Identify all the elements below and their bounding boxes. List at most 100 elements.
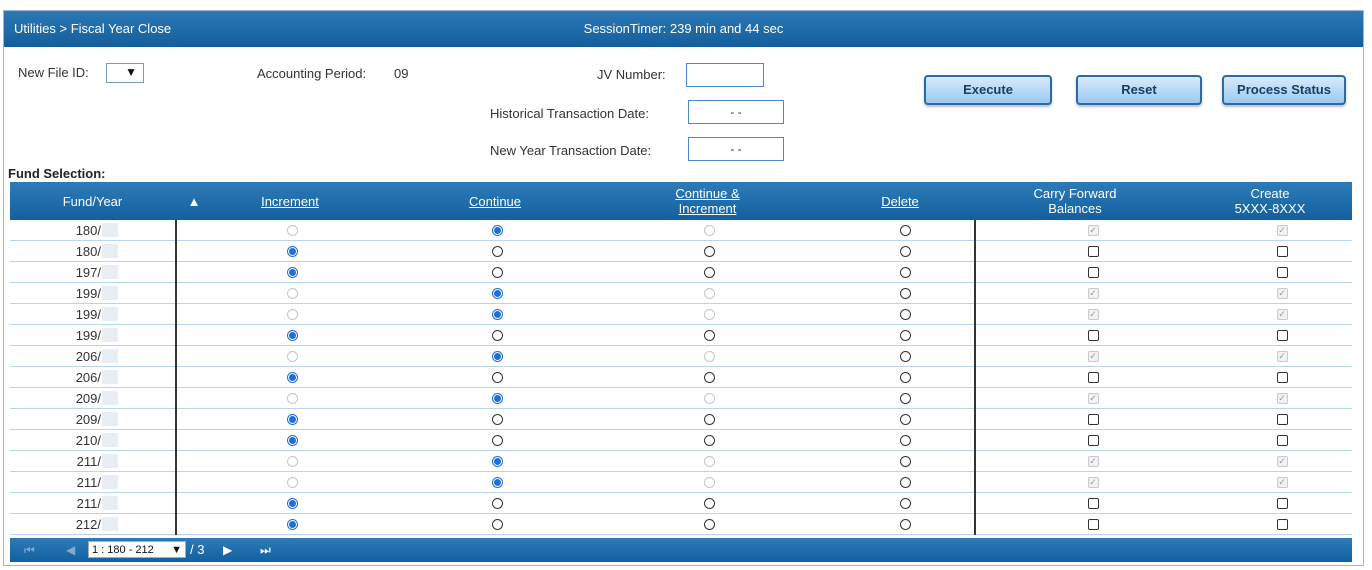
- continue-increment-radio[interactable]: [703, 413, 715, 425]
- increment-radio[interactable]: [286, 497, 298, 509]
- col-delete[interactable]: Delete: [840, 182, 960, 220]
- continue-radio[interactable]: [491, 413, 503, 425]
- increment-radio[interactable]: [286, 245, 298, 257]
- increment-radio[interactable]: [286, 413, 298, 425]
- continue-radio[interactable]: [491, 455, 503, 467]
- table-row: 212/: [10, 514, 1352, 535]
- continue-radio[interactable]: [491, 518, 503, 530]
- delete-radio[interactable]: [899, 224, 911, 236]
- historical-date-label: Historical Transaction Date:: [490, 106, 649, 121]
- create-checkbox[interactable]: [1276, 245, 1288, 257]
- carry-forward-checkbox[interactable]: [1087, 245, 1099, 257]
- continue-increment-radio[interactable]: [703, 518, 715, 530]
- delete-radio[interactable]: [899, 245, 911, 257]
- table-row: 199/ ✓ ✓: [10, 283, 1352, 304]
- delete-radio[interactable]: [899, 266, 911, 278]
- continue-radio[interactable]: [491, 476, 503, 488]
- create-checkbox-cell: ✓: [1270, 472, 1294, 492]
- create-checkbox[interactable]: [1276, 266, 1288, 278]
- next-page-icon[interactable]: ▶: [223, 543, 232, 557]
- create-checkbox[interactable]: [1276, 518, 1288, 530]
- increment-radio[interactable]: [286, 518, 298, 530]
- delete-radio[interactable]: [899, 518, 911, 530]
- continue-increment-radio[interactable]: [703, 266, 715, 278]
- col-increment[interactable]: Increment: [230, 182, 350, 220]
- delete-radio[interactable]: [899, 434, 911, 446]
- carry-forward-checkbox[interactable]: [1087, 434, 1099, 446]
- new-year-date-input[interactable]: - -: [688, 137, 784, 161]
- continue-increment-radio[interactable]: [703, 434, 715, 446]
- create-checkbox[interactable]: [1276, 329, 1288, 341]
- new-file-id-select[interactable]: ▼: [106, 63, 144, 83]
- continue-radio[interactable]: [491, 287, 503, 299]
- delete-radio[interactable]: [899, 413, 911, 425]
- delete-radio-cell: [893, 304, 917, 324]
- process-status-button[interactable]: Process Status: [1222, 75, 1346, 105]
- continue-radio[interactable]: [491, 308, 503, 320]
- fund-year-text: 197/: [75, 264, 101, 280]
- delete-radio[interactable]: [899, 371, 911, 383]
- fund-year-text: 199/: [75, 306, 101, 322]
- sort-asc-icon[interactable]: ▲: [180, 182, 208, 220]
- continue-increment-radio-cell: [697, 514, 721, 534]
- increment-radio[interactable]: [286, 434, 298, 446]
- increment-radio[interactable]: [286, 329, 298, 341]
- continue-radio[interactable]: [491, 371, 503, 383]
- fund-year-text: 209/: [75, 411, 101, 427]
- col-continue-increment[interactable]: Continue & Increment: [635, 182, 780, 220]
- continue-radio[interactable]: [491, 329, 503, 341]
- carry-forward-checkbox[interactable]: [1087, 371, 1099, 383]
- continue-increment-radio[interactable]: [703, 245, 715, 257]
- jv-number-input[interactable]: [686, 63, 764, 87]
- reset-button[interactable]: Reset: [1076, 75, 1202, 105]
- carry-forward-checkbox[interactable]: [1087, 329, 1099, 341]
- carry-forward-checkbox: ✓: [1087, 287, 1099, 299]
- fund-selection-label: Fund Selection:: [8, 166, 106, 181]
- redacted-year: [102, 391, 118, 405]
- col-continue[interactable]: Continue: [430, 182, 560, 220]
- last-page-icon[interactable]: ⏭: [260, 543, 271, 558]
- page-select[interactable]: 1 : 180 - 212 ▼: [88, 541, 186, 558]
- create-checkbox[interactable]: [1276, 497, 1288, 509]
- increment-radio[interactable]: [286, 371, 298, 383]
- carry-forward-checkbox-cell: [1081, 325, 1105, 345]
- continue-radio[interactable]: [491, 434, 503, 446]
- first-page-icon[interactable]: ⏮: [24, 543, 35, 558]
- carry-forward-checkbox[interactable]: [1087, 266, 1099, 278]
- create-checkbox[interactable]: [1276, 434, 1288, 446]
- delete-radio[interactable]: [899, 329, 911, 341]
- execute-button[interactable]: Execute: [924, 75, 1052, 105]
- col-fund-year[interactable]: Fund/Year: [10, 182, 175, 220]
- delete-radio[interactable]: [899, 287, 911, 299]
- continue-radio[interactable]: [491, 497, 503, 509]
- increment-radio: [286, 455, 298, 467]
- delete-radio-cell: [893, 409, 917, 429]
- increment-radio: [286, 224, 298, 236]
- create-checkbox[interactable]: [1276, 371, 1288, 383]
- continue-radio[interactable]: [491, 245, 503, 257]
- carry-forward-checkbox[interactable]: [1087, 518, 1099, 530]
- delete-radio[interactable]: [899, 476, 911, 488]
- prev-page-icon[interactable]: ◀: [66, 543, 75, 557]
- continue-increment-radio[interactable]: [703, 371, 715, 383]
- table-row: 197/: [10, 262, 1352, 283]
- delete-radio[interactable]: [899, 392, 911, 404]
- delete-radio[interactable]: [899, 308, 911, 320]
- continue-increment-radio[interactable]: [703, 497, 715, 509]
- delete-radio[interactable]: [899, 497, 911, 509]
- increment-radio[interactable]: [286, 266, 298, 278]
- continue-radio-cell: [485, 325, 509, 345]
- continue-radio[interactable]: [491, 392, 503, 404]
- continue-radio[interactable]: [491, 266, 503, 278]
- create-checkbox[interactable]: [1276, 413, 1288, 425]
- carry-forward-checkbox[interactable]: [1087, 413, 1099, 425]
- carry-forward-checkbox[interactable]: [1087, 497, 1099, 509]
- delete-radio[interactable]: [899, 350, 911, 362]
- delete-radio[interactable]: [899, 455, 911, 467]
- delete-radio-cell: [893, 472, 917, 492]
- continue-radio[interactable]: [491, 350, 503, 362]
- continue-radio[interactable]: [491, 224, 503, 236]
- continue-increment-radio[interactable]: [703, 329, 715, 341]
- grid-header: Fund/Year ▲ Increment Continue Continue …: [10, 182, 1352, 220]
- historical-date-input[interactable]: - -: [688, 100, 784, 124]
